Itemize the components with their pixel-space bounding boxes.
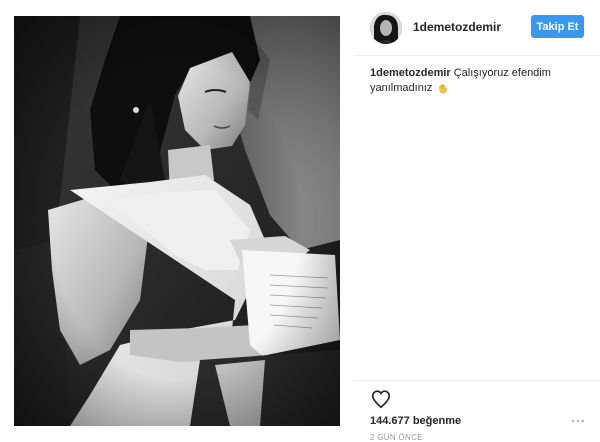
post-photo-frame xyxy=(0,0,354,442)
username[interactable]: 1demetozdemir xyxy=(413,20,501,34)
ellipsis-dot xyxy=(582,420,584,422)
caption-username[interactable]: 1demetozdemir xyxy=(370,67,451,79)
caption: 1demetozdemir Çalışıyoruz efendim yanılma… xyxy=(370,66,592,96)
avatar[interactable] xyxy=(370,12,402,44)
post-timestamp[interactable]: 2 GÜN ÖNCE xyxy=(370,433,423,442)
post-header: 1demetozdemir Takip Et xyxy=(354,0,600,56)
post-photo[interactable] xyxy=(0,0,354,442)
waving-hand-emoji xyxy=(439,83,448,94)
instagram-post: 1demetozdemir Takip Et 1demetozdemir Çalı… xyxy=(0,0,600,442)
likes-count[interactable]: 144.677 beğenme xyxy=(370,415,461,427)
ellipsis-icon[interactable] xyxy=(570,417,586,425)
heart-outline-icon[interactable] xyxy=(370,388,392,410)
post-sidebar: 1demetozdemir Takip Et 1demetozdemir Çalı… xyxy=(354,0,600,442)
avatar-image xyxy=(370,12,402,44)
ellipsis-dot xyxy=(577,420,579,422)
ellipsis-dot xyxy=(572,420,574,422)
post-footer: 144.677 beğenme 2 GÜN ÖNCE xyxy=(354,380,600,442)
follow-button[interactable]: Takip Et xyxy=(531,15,584,38)
